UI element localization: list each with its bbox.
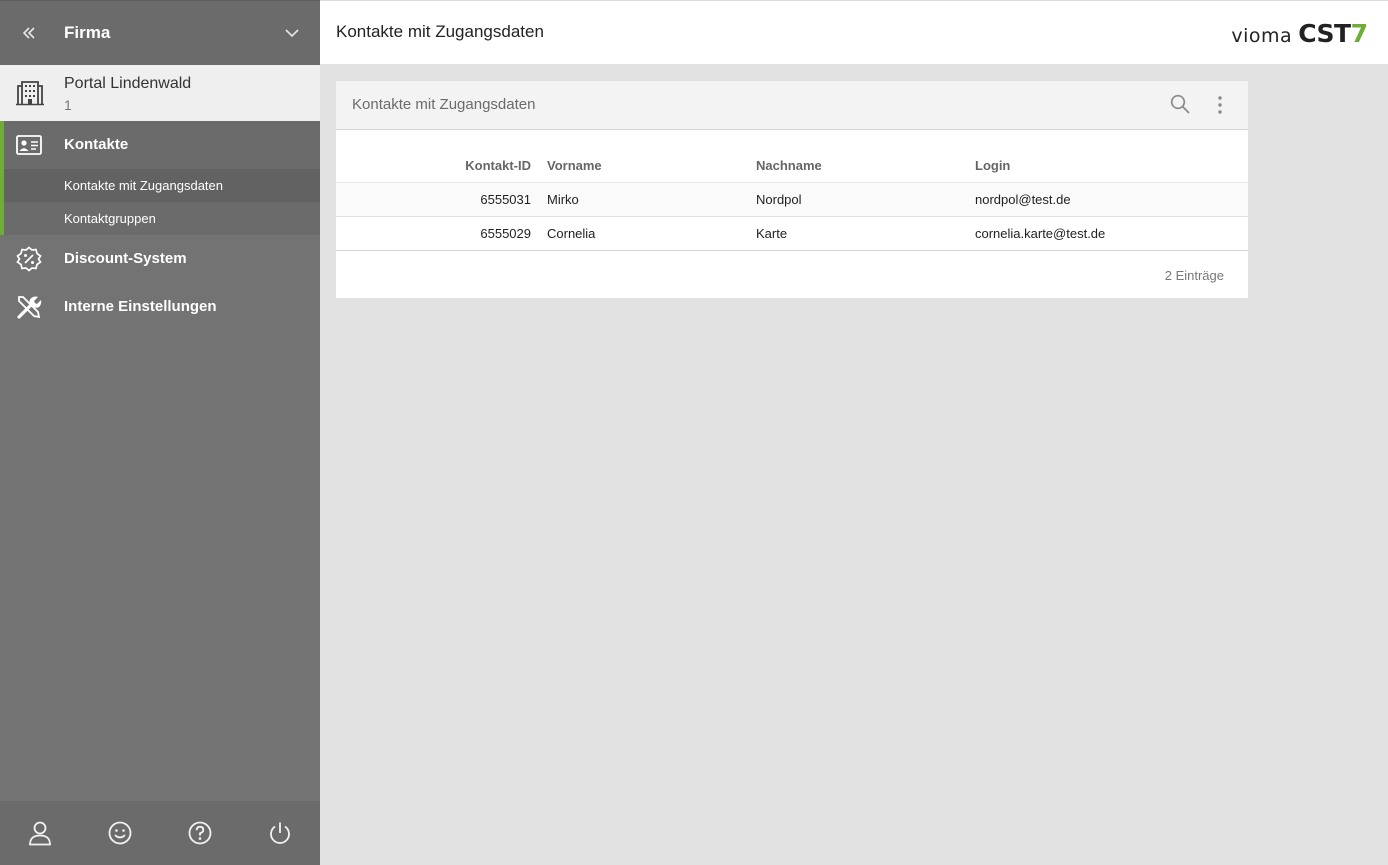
cell-vorname: Mirko bbox=[547, 191, 579, 207]
sidebar-subitem-kontaktgruppen[interactable]: Kontaktgruppen bbox=[0, 202, 320, 235]
contacts-table: Kontakt-ID Vorname Nachname Login 655503… bbox=[336, 130, 1248, 251]
more-options-button[interactable] bbox=[1213, 94, 1227, 116]
active-accent-bar bbox=[0, 169, 4, 202]
sidebar-subitem-label: Kontaktgruppen bbox=[64, 211, 156, 226]
active-accent-bar bbox=[0, 121, 4, 169]
chevron-down-icon bbox=[285, 29, 299, 38]
help-button[interactable] bbox=[160, 801, 240, 865]
feedback-button[interactable] bbox=[80, 801, 160, 865]
column-header-nachname[interactable]: Nachname bbox=[756, 130, 975, 182]
portal-number: 1 bbox=[64, 97, 72, 113]
table-header-row: Kontakt-ID Vorname Nachname Login bbox=[336, 130, 1248, 182]
sidebar-subitem-kontakte-mit-zugangsdaten[interactable]: Kontakte mit Zugangsdaten bbox=[0, 169, 320, 202]
company-dropdown-button[interactable] bbox=[284, 23, 300, 43]
card-footer: 2 Einträge bbox=[336, 250, 1248, 298]
power-icon bbox=[270, 822, 290, 844]
column-header-login[interactable]: Login bbox=[975, 130, 1248, 182]
company-title: Firma bbox=[64, 23, 111, 42]
cell-login: nordpol@test.de bbox=[975, 191, 1071, 207]
contacts-card: Kontakte mit Zugangsdaten Kontakt-ID Vor… bbox=[336, 81, 1248, 298]
cell-login: cornelia.karte@test.de bbox=[975, 225, 1106, 241]
sidebar-item-interne-einstellungen[interactable]: Interne Einstellungen bbox=[0, 283, 320, 331]
search-button[interactable] bbox=[1170, 94, 1190, 114]
cell-vorname: Cornelia bbox=[547, 225, 596, 241]
contact-card-icon bbox=[16, 132, 42, 158]
profile-button[interactable] bbox=[0, 801, 80, 865]
sidebar-item-kontakte[interactable]: Kontakte bbox=[0, 121, 320, 169]
sidebar-header: Firma bbox=[0, 0, 320, 65]
page-title: Kontakte mit Zugangsdaten bbox=[336, 22, 544, 41]
column-header-kontakt-id[interactable]: Kontakt-ID bbox=[336, 130, 547, 182]
brand-seven: 7 bbox=[1350, 19, 1368, 48]
card-header: Kontakte mit Zugangsdaten bbox=[336, 81, 1248, 130]
double-chevron-left-icon bbox=[22, 27, 35, 39]
sidebar-footer bbox=[0, 801, 320, 865]
sidebar: Firma Portal Lindenwald 1 Kontakte Konta… bbox=[0, 0, 320, 865]
table-row[interactable]: 6555031 Mirko Nordpol nordpol@test.de bbox=[336, 182, 1248, 216]
table-row[interactable]: 6555029 Cornelia Karte cornelia.karte@te… bbox=[336, 216, 1248, 250]
card-title: Kontakte mit Zugangsdaten bbox=[352, 96, 536, 113]
sidebar-item-label: Interne Einstellungen bbox=[64, 298, 217, 315]
portal-selector[interactable]: Portal Lindenwald 1 bbox=[0, 65, 320, 121]
portal-name: Portal Lindenwald bbox=[64, 75, 192, 92]
logout-button[interactable] bbox=[240, 801, 320, 865]
collapse-sidebar-button[interactable] bbox=[18, 21, 40, 45]
active-accent-bar bbox=[0, 202, 4, 235]
sidebar-item-discount-system[interactable]: Discount-System bbox=[0, 235, 320, 283]
cell-kontakt-id: 6555031 bbox=[480, 191, 531, 207]
top-bar: Kontakte mit Zugangsdaten vioma CST 7 bbox=[320, 0, 1388, 64]
cell-nachname: Karte bbox=[756, 225, 788, 241]
search-icon bbox=[1170, 94, 1190, 114]
sidebar-item-label: Discount-System bbox=[64, 250, 187, 267]
vertical-ellipsis-icon bbox=[1218, 96, 1222, 114]
cell-kontakt-id: 6555029 bbox=[480, 225, 531, 241]
discount-badge-icon bbox=[16, 246, 42, 272]
brand-vioma: vioma bbox=[1231, 25, 1293, 47]
tools-icon bbox=[16, 294, 42, 320]
smiley-icon bbox=[108, 821, 132, 845]
building-icon bbox=[16, 81, 44, 106]
kontakte-section: Kontakte Kontakte mit Zugangsdaten Konta… bbox=[0, 121, 320, 235]
help-icon bbox=[188, 821, 212, 845]
user-icon bbox=[29, 821, 51, 846]
sidebar-subitem-label: Kontakte mit Zugangsdaten bbox=[64, 178, 223, 193]
brand-cst: CST bbox=[1298, 19, 1351, 48]
cell-nachname: Nordpol bbox=[756, 191, 802, 207]
entry-count: 2 Einträge bbox=[1164, 268, 1224, 283]
brand-logo: vioma CST 7 bbox=[1231, 19, 1368, 48]
sidebar-item-label: Kontakte bbox=[64, 136, 129, 153]
column-header-vorname[interactable]: Vorname bbox=[547, 130, 756, 182]
